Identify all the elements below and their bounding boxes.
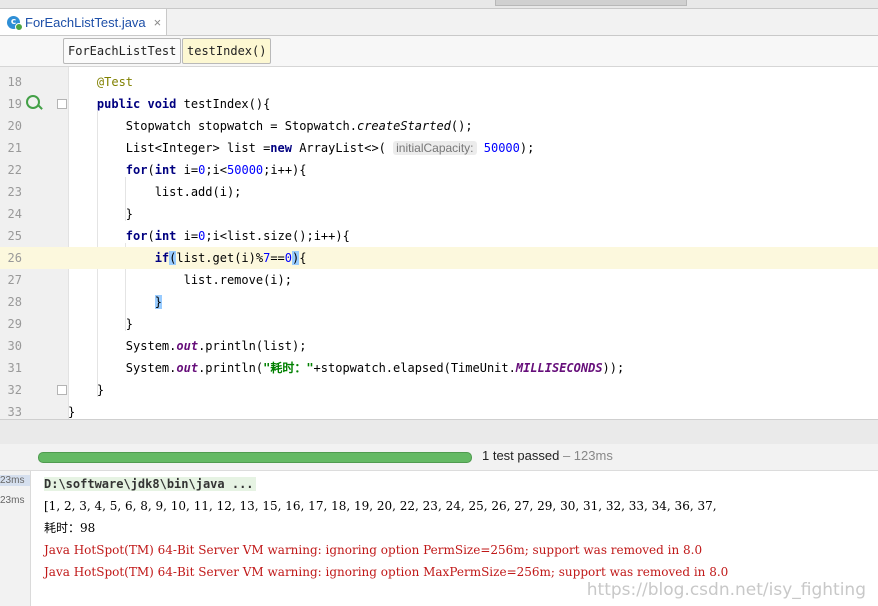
code-text: list.remove(i); xyxy=(68,273,292,287)
console-warning: Java HotSpot(TM) 64-Bit Server VM warnin… xyxy=(44,543,703,557)
code-line: 22 for(int i=0;i<50000;i++){ xyxy=(0,159,878,181)
line-number: 21 xyxy=(7,141,22,155)
breadcrumb: ForEachListTest testIndex() xyxy=(0,36,878,67)
console-elapsed: 耗时：98 xyxy=(44,521,96,535)
line-number: 24 xyxy=(7,207,22,221)
line-number: 27 xyxy=(7,273,22,287)
code-line: 19 public void testIndex(){ xyxy=(0,93,878,115)
code-text: } xyxy=(68,383,105,397)
code-line: 21 List<Integer> list =new ArrayList<>( … xyxy=(0,137,878,159)
test-duration: – 123ms xyxy=(562,448,613,463)
code-line: 31 System.out.println("耗时："+stopwatch.el… xyxy=(0,357,878,379)
line-number: 22 xyxy=(7,163,22,177)
test-progress-bar xyxy=(38,452,472,463)
run-config-dropdown[interactable] xyxy=(495,0,687,6)
line-number: 23 xyxy=(7,185,22,199)
code-line: 28 } xyxy=(0,291,878,313)
code-line: 25 for(int i=0;i<list.size();i++){ xyxy=(0,225,878,247)
timing-label[interactable]: 23ms xyxy=(0,495,30,506)
code-line: 30 System.out.println(list); xyxy=(0,335,878,357)
file-tab-label: ForEachListTest.java xyxy=(25,14,146,30)
console-command: D:\software\jdk8\bin\java ... xyxy=(44,477,256,491)
line-number: 31 xyxy=(7,361,22,375)
java-class-icon: c xyxy=(7,15,23,31)
line-number: 28 xyxy=(7,295,22,309)
code-text: } xyxy=(68,317,134,331)
code-line: 18 @Test xyxy=(0,71,878,93)
code-line: 27 list.remove(i); xyxy=(0,269,878,291)
test-status: 1 test passed – 123ms xyxy=(482,448,613,463)
code-line: 23 list.add(i); xyxy=(0,181,878,203)
code-line: 32 } xyxy=(0,379,878,401)
code-line: 24 } xyxy=(0,203,878,225)
timing-label[interactable]: 23ms xyxy=(0,475,30,486)
console-gutter: 23ms 23ms xyxy=(0,471,31,606)
watermark-text: https://blog.csdn.net/isy_fighting xyxy=(586,580,866,600)
top-toolbar-strip xyxy=(0,0,878,9)
parameter-hint: initialCapacity: xyxy=(393,141,477,155)
panel-divider[interactable] xyxy=(0,419,878,445)
code-line: 20 Stopwatch stopwatch = Stopwatch.creat… xyxy=(0,115,878,137)
code-text: List<Integer> list =new ArrayList<>( ini… xyxy=(68,141,535,155)
code-text: System.out.println(list); xyxy=(68,339,307,353)
line-number: 26 xyxy=(7,251,22,265)
editor-tabs: c ForEachListTest.java × xyxy=(0,9,878,36)
test-status-text: 1 test passed xyxy=(482,448,560,463)
code-line: 29 } xyxy=(0,313,878,335)
code-text: } xyxy=(68,207,134,221)
line-number: 18 xyxy=(7,75,22,89)
code-editor[interactable]: 18 @Test 19 public void testIndex(){ 20 … xyxy=(0,67,878,419)
code-line-current: 26 if(list.get(i)%7==0){ xyxy=(0,247,878,269)
line-number: 19 xyxy=(7,97,22,111)
test-status-bar: 1 test passed – 123ms xyxy=(0,444,878,471)
breadcrumb-method[interactable]: testIndex() xyxy=(182,38,272,64)
code-text: } xyxy=(154,295,162,309)
line-number: 20 xyxy=(7,119,22,133)
code-text: for(int i=0;i<50000;i++){ xyxy=(125,163,307,177)
line-number: 30 xyxy=(7,339,22,353)
console-line: D:\software\jdk8\bin\java ... xyxy=(44,473,256,495)
file-tab[interactable]: c ForEachListTest.java × xyxy=(0,9,167,35)
code-text: list.add(i); xyxy=(68,185,242,199)
close-icon[interactable]: × xyxy=(154,15,162,30)
breadcrumb-class[interactable]: ForEachListTest xyxy=(63,38,182,64)
line-number: 32 xyxy=(7,383,22,397)
code-text: @Test xyxy=(96,75,134,89)
code-text: if(list.get(i)%7==0){ xyxy=(154,251,307,265)
console-output-list: [1, 2, 3, 4, 5, 6, 8, 9, 10, 11, 12, 13,… xyxy=(44,499,717,513)
code-text: System.out.println("耗时："+stopwatch.elaps… xyxy=(68,361,625,375)
code-text: for(int i=0;i<list.size();i++){ xyxy=(125,229,350,243)
line-number: 25 xyxy=(7,229,22,243)
code-text: Stopwatch stopwatch = Stopwatch.createSt… xyxy=(68,119,473,133)
line-number: 29 xyxy=(7,317,22,331)
code-text: public void testIndex(){ xyxy=(96,97,271,111)
